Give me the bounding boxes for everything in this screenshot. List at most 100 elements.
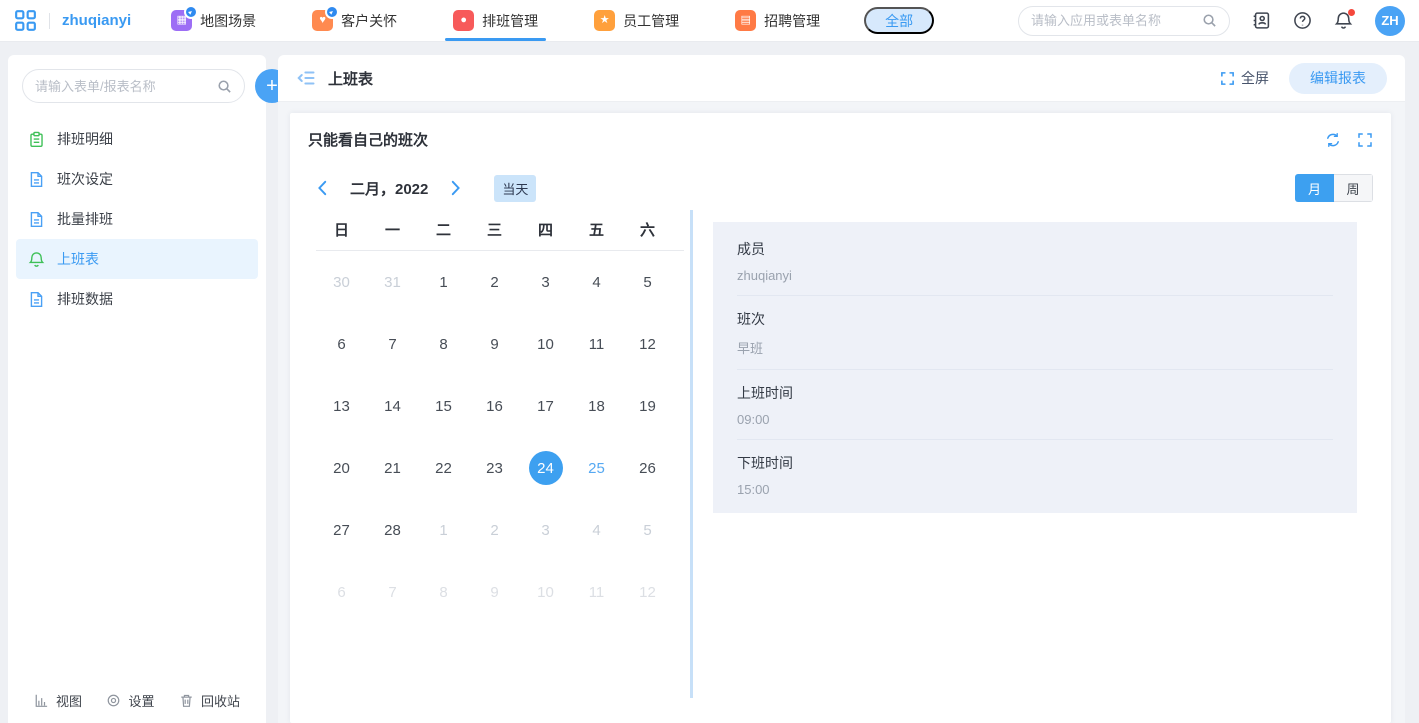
calendar-day[interactable]: 4: [571, 251, 622, 313]
calendar-grid: 30 31 1 2 3 4 5 6 7 8 9 10 11 12 13 14 15 16 17 18 19 20 21 22 2…: [316, 251, 684, 623]
global-search[interactable]: [1018, 5, 1230, 36]
today-button[interactable]: 当天: [494, 174, 537, 202]
calendar-day[interactable]: 10: [520, 561, 571, 623]
next-month-icon[interactable]: [446, 179, 464, 197]
app-tab-scheduling[interactable]: ● 排班管理: [445, 0, 547, 41]
app-tab-map-scene[interactable]: ▦ ▸ 地图场景: [171, 0, 256, 41]
sidebar-item-label: 批量排班: [57, 211, 113, 227]
calendar-day[interactable]: 27: [316, 499, 367, 561]
form-search-input[interactable]: [35, 78, 211, 94]
calendar-day[interactable]: 5: [622, 499, 673, 561]
detail-field-value: zhuqianyi: [737, 268, 792, 283]
sidebar-item-label: 排班数据: [57, 291, 113, 307]
calendar-day[interactable]: 11: [571, 561, 622, 623]
calendar-day[interactable]: 26: [622, 437, 673, 499]
sidebar-item-schedule-detail[interactable]: 排班明细: [16, 119, 258, 159]
prev-month-icon[interactable]: [314, 179, 332, 197]
workspace-name[interactable]: zhuqianyi: [62, 12, 131, 29]
detail-field-label: 上班时间: [737, 385, 793, 401]
footer-settings-button[interactable]: 设置: [106, 691, 155, 710]
app-tab-label: 排班管理: [482, 12, 539, 29]
detail-field-label: 班次: [737, 311, 765, 327]
notifications-icon[interactable]: [1334, 9, 1355, 30]
calendar-day[interactable]: 10: [520, 313, 571, 375]
weekday-label: 日: [333, 221, 349, 239]
detail-field: 班次 早班: [737, 296, 1333, 370]
sidebar-item-batch-schedule[interactable]: 批量排班: [16, 199, 258, 239]
calendar-day[interactable]: 7: [367, 561, 418, 623]
calendar-day[interactable]: 6: [316, 561, 367, 623]
sidebar-footer: 视图 设置 回收站: [8, 677, 266, 723]
calendar-day[interactable]: 24: [520, 437, 571, 499]
calendar-day[interactable]: 3: [520, 251, 571, 313]
calendar-day[interactable]: 23: [469, 437, 520, 499]
footer-recycle-button[interactable]: 回收站: [179, 691, 240, 710]
calendar-day[interactable]: 5: [622, 251, 673, 313]
calendar-day[interactable]: 7: [367, 313, 418, 375]
calendar-day[interactable]: 6: [316, 313, 367, 375]
calendar-day[interactable]: 21: [367, 437, 418, 499]
main-header: 上班表 全屏 编辑报表: [278, 55, 1405, 102]
calendar-day[interactable]: 20: [316, 437, 367, 499]
avatar[interactable]: ZH: [1375, 5, 1405, 36]
fullscreen-button[interactable]: 全屏: [1220, 68, 1269, 88]
calendar-day[interactable]: 8: [418, 561, 469, 623]
calendar-day[interactable]: 3: [520, 499, 571, 561]
calendar-day[interactable]: 12: [622, 313, 673, 375]
collapse-sidebar-icon[interactable]: [296, 68, 316, 88]
global-search-input[interactable]: [1031, 13, 1194, 28]
gear-icon: [106, 693, 121, 708]
app-tab-staff[interactable]: ★ 员工管理: [594, 0, 679, 41]
contacts-icon[interactable]: [1252, 11, 1271, 30]
calendar-day[interactable]: 14: [367, 375, 418, 437]
map-app-icon: ▦ ▸: [171, 5, 199, 31]
calendar-day[interactable]: 17: [520, 375, 571, 437]
app-grid-icon[interactable]: [14, 9, 37, 32]
app-tab-customer[interactable]: ♥ ▸ 客户关怀: [312, 0, 397, 41]
app-tab-recruiting[interactable]: ▤ 招聘管理: [735, 0, 820, 41]
edit-report-button[interactable]: 编辑报表: [1289, 62, 1387, 94]
calendar-day[interactable]: 15: [418, 375, 469, 437]
search-icon[interactable]: [217, 79, 232, 94]
all-apps-button[interactable]: 全部: [864, 7, 935, 34]
calendar-day[interactable]: 19: [622, 375, 673, 437]
calendar-day[interactable]: 16: [469, 375, 520, 437]
calendar-week-row: 30 31 1 2 3 4 5: [316, 251, 684, 313]
divider: [49, 12, 50, 29]
footer-views-button[interactable]: 视图: [34, 691, 82, 710]
calendar-day[interactable]: 30: [316, 251, 367, 313]
help-icon[interactable]: [1293, 11, 1312, 30]
view-toggle: 月 周: [1295, 174, 1373, 202]
calendar-day[interactable]: 25: [571, 437, 622, 499]
calendar-day[interactable]: 22: [418, 437, 469, 499]
document-icon: [28, 211, 45, 228]
detail-field-value: 09:00: [737, 412, 770, 427]
calendar-day[interactable]: 31: [367, 251, 418, 313]
expand-icon[interactable]: [1357, 132, 1373, 148]
sidebar-item-shift-setting[interactable]: 班次设定: [16, 159, 258, 199]
calendar-day[interactable]: 28: [367, 499, 418, 561]
selected-day-marker: 24: [528, 451, 563, 485]
calendar-day[interactable]: 13: [316, 375, 367, 437]
calendar-day[interactable]: 2: [469, 251, 520, 313]
form-search[interactable]: [22, 69, 245, 103]
sidebar-item-schedule-data[interactable]: 排班数据: [16, 279, 258, 319]
sidebar-item-work-timetable[interactable]: 上班表: [16, 239, 258, 279]
calendar-day[interactable]: 9: [469, 313, 520, 375]
calendar-day[interactable]: 12: [622, 561, 673, 623]
calendar-day[interactable]: 2: [469, 499, 520, 561]
detail-field: 上班时间 09:00: [737, 370, 1333, 440]
month-view-toggle[interactable]: 月: [1295, 174, 1334, 202]
calendar-day[interactable]: 1: [418, 499, 469, 561]
week-view-toggle[interactable]: 周: [1334, 174, 1373, 202]
calendar-day[interactable]: 4: [571, 499, 622, 561]
calendar-day[interactable]: 9: [469, 561, 520, 623]
care-app-icon: ♥ ▸: [312, 5, 340, 31]
recruit-app-icon: ▤: [735, 10, 757, 31]
calendar-day[interactable]: 18: [571, 375, 622, 437]
calendar-day[interactable]: 8: [418, 313, 469, 375]
calendar-day[interactable]: 1: [418, 251, 469, 313]
calendar-day[interactable]: 11: [571, 313, 622, 375]
refresh-icon[interactable]: [1325, 132, 1341, 148]
search-icon[interactable]: [1202, 13, 1217, 28]
